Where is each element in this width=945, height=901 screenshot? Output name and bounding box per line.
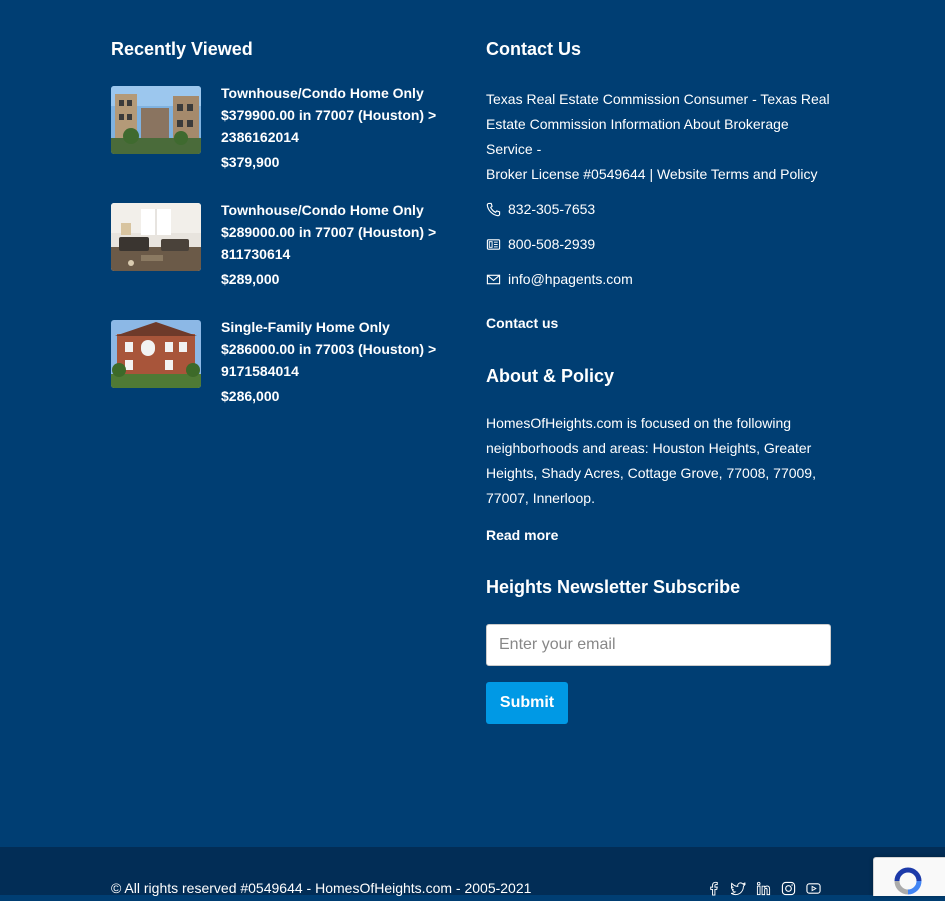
contact-section: Contact Us Texas Real Estate Commission … <box>486 38 831 724</box>
recently-viewed-list: Townhouse/Condo Home Only $379900.00 in … <box>111 85 451 437</box>
twitter-icon[interactable] <box>730 881 747 896</box>
envelope-icon <box>486 274 501 284</box>
listing-photo[interactable] <box>111 320 201 388</box>
copyright-text: © All rights reserved #0549644 - HomesOf… <box>111 880 532 896</box>
newsletter-email-input[interactable] <box>486 624 831 666</box>
listing-photo-image <box>111 86 201 154</box>
contact-heading: Contact Us <box>486 39 582 59</box>
trec-info-link[interactable]: Texas Real Estate Commission Consumer - … <box>486 87 831 162</box>
broker-license-text[interactable]: Broker License #0549644 | Website Terms … <box>486 162 831 187</box>
fax-icon <box>486 238 501 250</box>
listing-price: $379,900 <box>221 154 280 170</box>
listing-title[interactable]: Townhouse/Condo Home Only $289000.00 in … <box>221 199 451 265</box>
listing-item[interactable]: Townhouse/Condo Home Only $379900.00 in … <box>111 85 451 203</box>
footer-bar: © All rights reserved #0549644 - HomesOf… <box>0 847 945 896</box>
recently-viewed-section: Recently Viewed Townhouse/Condo Home Onl… <box>111 38 451 437</box>
listing-title[interactable]: Townhouse/Condo Home Only $379900.00 in … <box>221 82 451 148</box>
listing-info: Townhouse/Condo Home Only $289000.00 in … <box>221 199 451 290</box>
listing-photo[interactable] <box>111 203 201 271</box>
listing-item[interactable]: Single-Family Home Only $286000.00 in 77… <box>111 319 451 437</box>
contact-text: Texas Real Estate Commission Consumer - … <box>486 87 831 187</box>
listing-info: Single-Family Home Only $286000.00 in 77… <box>221 316 451 407</box>
listing-price: $289,000 <box>221 271 280 287</box>
instagram-icon[interactable] <box>781 881 796 896</box>
read-more-link[interactable]: Read more <box>486 527 831 543</box>
recaptcha-badge[interactable] <box>873 857 945 896</box>
listing-info: Townhouse/Condo Home Only $379900.00 in … <box>221 82 451 173</box>
social-links <box>706 881 821 896</box>
newsletter-heading: Heights Newsletter Subscribe <box>486 577 741 597</box>
email-row[interactable]: info@hpagents.com <box>486 269 831 289</box>
listing-item[interactable]: Townhouse/Condo Home Only $289000.00 in … <box>111 202 451 320</box>
recaptcha-icon <box>894 867 922 895</box>
recently-viewed-heading: Recently Viewed <box>111 39 253 59</box>
listing-photo[interactable] <box>111 86 201 154</box>
contact-us-link[interactable]: Contact us <box>486 315 831 331</box>
submit-button[interactable]: Submit <box>486 682 568 724</box>
email-address: info@hpagents.com <box>508 271 633 287</box>
listing-price: $286,000 <box>221 388 280 404</box>
linkedin-icon[interactable] <box>756 881 771 896</box>
youtube-icon[interactable] <box>806 881 821 896</box>
listing-photo-image <box>111 203 201 271</box>
phone-number: 832-305-7653 <box>508 201 596 217</box>
listing-photo-image <box>111 320 201 388</box>
listing-title[interactable]: Single-Family Home Only $286000.00 in 77… <box>221 316 451 382</box>
fax-row[interactable]: 800-508-2939 <box>486 234 831 254</box>
fax-number: 800-508-2939 <box>508 236 596 252</box>
facebook-icon[interactable] <box>706 881 721 896</box>
phone-icon <box>486 202 501 216</box>
about-heading: About & Policy <box>486 366 615 386</box>
footer-widgets: Recently Viewed Townhouse/Condo Home Onl… <box>0 0 945 847</box>
phone-row[interactable]: 832-305-7653 <box>486 199 831 219</box>
about-text: HomesOfHeights.com is focused on the fol… <box>486 415 816 506</box>
